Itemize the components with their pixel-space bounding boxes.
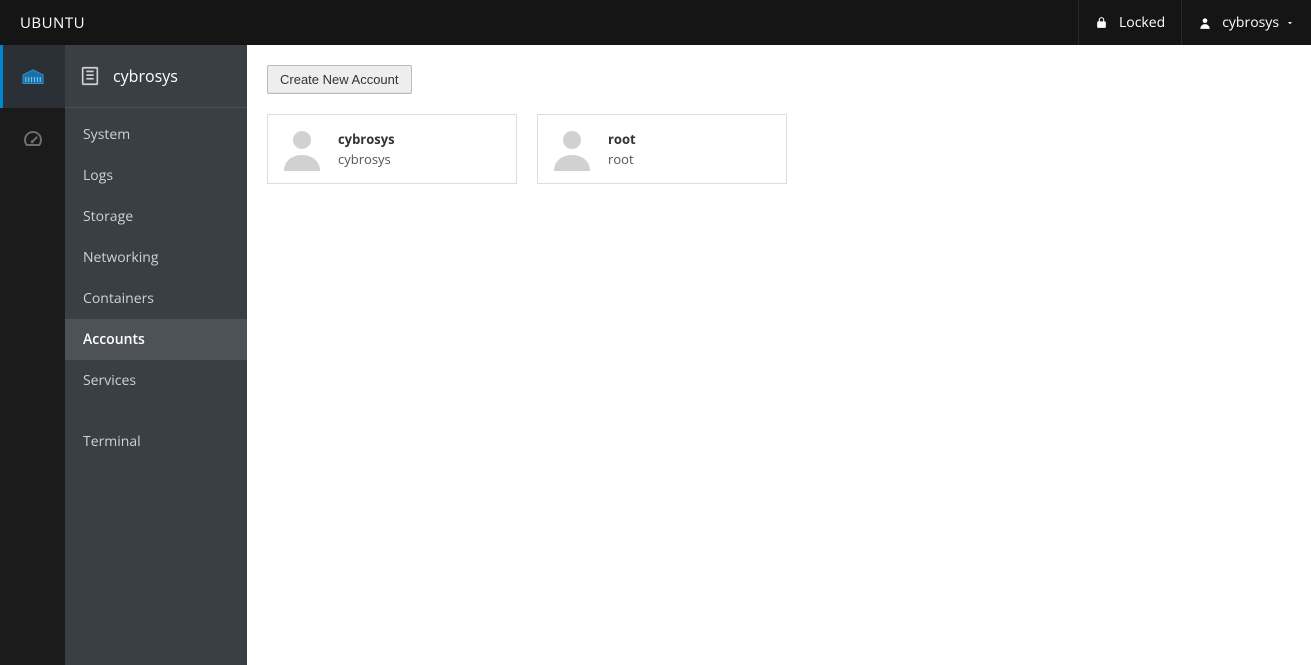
- topbar: UBUNTU Locked cybrosys: [0, 0, 1311, 45]
- sidebar-item-label: Containers: [83, 289, 154, 308]
- sidebar-item-label: System: [83, 125, 130, 144]
- avatar-icon: [552, 127, 592, 171]
- sidebar-nav: System Logs Storage Networking Container…: [65, 108, 247, 462]
- sidebar-host-title: cybrosys: [113, 65, 178, 87]
- sidebar-item-terminal[interactable]: Terminal: [65, 421, 247, 462]
- sidebar-item-label: Terminal: [83, 432, 141, 451]
- sidebar-item-label: Services: [83, 371, 136, 390]
- account-username: cybrosys: [338, 150, 395, 168]
- account-card[interactable]: cybrosys cybrosys: [267, 114, 517, 184]
- sidebar-item-containers[interactable]: Containers: [65, 278, 247, 319]
- sidebar-item-networking[interactable]: Networking: [65, 237, 247, 278]
- lock-icon: [1095, 16, 1109, 30]
- iconbar-dashboard[interactable]: [0, 108, 65, 171]
- sidebar-item-label: Accounts: [83, 330, 145, 349]
- account-info: root root: [608, 130, 636, 168]
- sidebar-gap: [65, 401, 247, 421]
- avatar-icon: [282, 127, 322, 171]
- sidebar-item-label: Storage: [83, 207, 133, 226]
- brand-label: UBUNTU: [0, 13, 105, 33]
- account-username: root: [608, 150, 636, 168]
- sidebar-item-accounts[interactable]: Accounts: [65, 319, 247, 360]
- user-icon: [1198, 16, 1212, 30]
- main-content: Create New Account cybrosys cybrosys: [247, 45, 1311, 665]
- server-icon: [20, 68, 46, 86]
- sidebar-item-label: Networking: [83, 248, 158, 267]
- sidebar-item-storage[interactable]: Storage: [65, 196, 247, 237]
- account-display-name: root: [608, 130, 636, 148]
- sidebar-header[interactable]: cybrosys: [65, 45, 247, 108]
- locked-label: Locked: [1119, 13, 1165, 32]
- account-card[interactable]: root root: [537, 114, 787, 184]
- chevron-down-icon: [1285, 18, 1295, 28]
- host-page-icon: [79, 65, 101, 87]
- account-display-name: cybrosys: [338, 130, 395, 148]
- user-menu-label: cybrosys: [1222, 13, 1279, 32]
- user-menu[interactable]: cybrosys: [1181, 0, 1311, 45]
- accounts-list: cybrosys cybrosys root root: [267, 114, 1291, 184]
- sidebar-item-label: Logs: [83, 166, 113, 185]
- iconbar-host[interactable]: [0, 45, 65, 108]
- sidebar-item-services[interactable]: Services: [65, 360, 247, 401]
- iconbar: [0, 45, 65, 665]
- sidebar-item-logs[interactable]: Logs: [65, 155, 247, 196]
- locked-indicator[interactable]: Locked: [1078, 0, 1181, 45]
- create-account-button[interactable]: Create New Account: [267, 65, 412, 94]
- account-info: cybrosys cybrosys: [338, 130, 395, 168]
- sidebar-item-system[interactable]: System: [65, 114, 247, 155]
- dashboard-icon: [21, 128, 45, 152]
- sidebar: cybrosys System Logs Storage Networking …: [65, 45, 247, 665]
